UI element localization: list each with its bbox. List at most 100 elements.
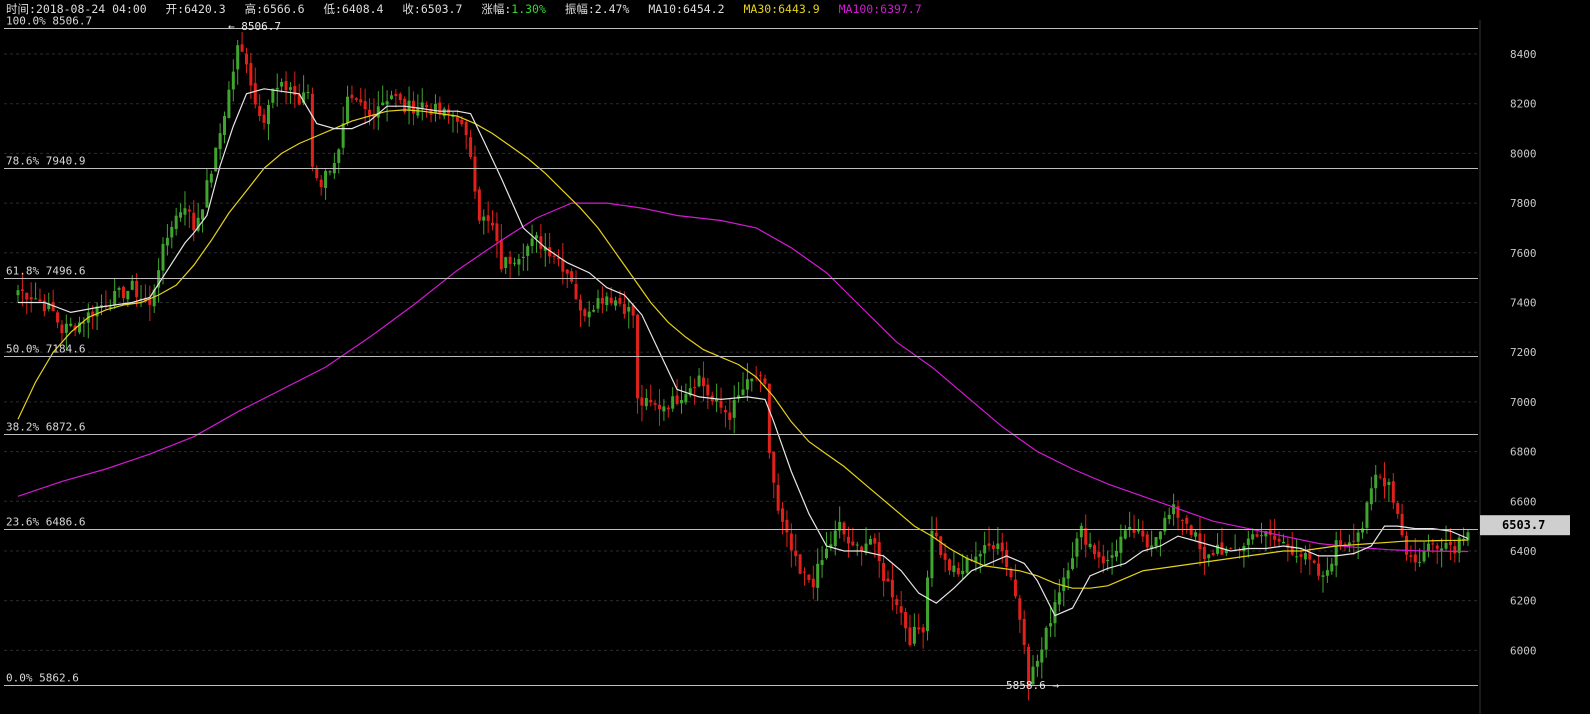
candle-body xyxy=(398,93,402,101)
candle-body xyxy=(1084,528,1088,545)
candle-body xyxy=(253,83,257,105)
candle-body xyxy=(1018,598,1022,620)
candle-body xyxy=(1022,618,1026,645)
candle-body xyxy=(1000,542,1004,552)
candle-body xyxy=(385,101,389,105)
price-axis: 6000 6200 6400 6600 6800 7000 7200 7400 7600 7800… xyxy=(1510,48,1537,657)
candle-body xyxy=(1079,525,1083,538)
candle-body xyxy=(513,262,517,264)
candle-body xyxy=(1075,538,1079,557)
candle-body xyxy=(1400,513,1404,536)
candle-body xyxy=(425,104,429,108)
candle-body xyxy=(359,99,363,103)
candle-body xyxy=(1404,535,1408,555)
candle-body xyxy=(763,378,767,384)
ma30-label: MA30 xyxy=(743,2,772,16)
candle-body xyxy=(192,212,196,231)
candle-body xyxy=(183,208,187,215)
candle-body xyxy=(1356,532,1360,542)
candle-body xyxy=(574,284,578,300)
candle-body xyxy=(218,133,222,150)
time-value: 2018-08-24 04:00 xyxy=(35,2,147,16)
time-label: 时间 xyxy=(6,2,29,16)
price-tick-label: 6000 xyxy=(1510,644,1537,657)
candle-body xyxy=(201,209,205,220)
ma100-value: 6397.7 xyxy=(880,2,922,16)
fib-level-label: 0.0% 5862.6 xyxy=(6,672,79,685)
candle-body xyxy=(728,412,732,420)
price-tick-label: 7600 xyxy=(1510,247,1537,260)
candle-body xyxy=(473,156,477,192)
candle-body xyxy=(948,559,952,571)
candle-body xyxy=(266,105,270,125)
candle-body xyxy=(1066,570,1070,579)
candle-body xyxy=(262,114,266,123)
candle-body xyxy=(1049,623,1053,627)
candle-body xyxy=(1466,532,1470,541)
candle-body xyxy=(526,246,530,256)
candle-body xyxy=(495,223,499,242)
candle-body xyxy=(1453,546,1457,554)
close-item: 收:6503.7 xyxy=(402,2,463,16)
candle-body xyxy=(776,484,780,511)
candle-body xyxy=(653,403,657,405)
amplitude-item: 振幅:2.47% xyxy=(564,2,630,16)
candle-body xyxy=(882,562,886,581)
candle-body xyxy=(1057,592,1061,605)
candle-body xyxy=(614,300,618,306)
candle-body xyxy=(407,100,411,111)
high-marker-label: ← 8506.7 xyxy=(228,20,281,33)
price-tick-label: 7800 xyxy=(1510,197,1537,210)
low-label: 低 xyxy=(323,2,336,16)
candle-body xyxy=(930,530,934,579)
candle-body xyxy=(1383,477,1387,487)
candle-body xyxy=(438,102,442,115)
candle-body xyxy=(658,404,662,410)
candle-body xyxy=(794,550,798,557)
candle-body xyxy=(697,375,701,387)
candle-body xyxy=(772,451,776,483)
close-label: 收 xyxy=(402,2,414,16)
candle-body xyxy=(1202,546,1206,560)
open-label: 开 xyxy=(165,2,178,16)
candle-body xyxy=(1167,514,1171,520)
candle-body xyxy=(565,269,569,274)
candle-body xyxy=(1448,541,1452,545)
candle-body xyxy=(1013,579,1017,597)
candle-body xyxy=(1321,575,1325,577)
candle-body xyxy=(1246,538,1250,545)
candle-body xyxy=(205,180,209,208)
candle-body xyxy=(1369,488,1373,505)
candle-body xyxy=(939,536,943,555)
candlestick-chart[interactable]: 100.0% 8506.778.6% 7940.961.8% 7496.650.… xyxy=(0,0,1590,714)
candle-body xyxy=(1330,563,1334,572)
high-item: 高:6566.6 xyxy=(244,2,305,16)
candle-body xyxy=(1088,543,1092,548)
candle-body xyxy=(161,243,165,271)
candle-body xyxy=(693,387,697,389)
candle-body xyxy=(600,297,604,304)
candle-body xyxy=(666,407,670,410)
candle-body xyxy=(1101,556,1105,564)
candle-body xyxy=(16,290,20,296)
change-item: 涨幅:1.30% xyxy=(481,2,546,16)
candle-body xyxy=(1123,530,1127,539)
candle-body xyxy=(1299,554,1303,557)
candle-body xyxy=(908,627,912,646)
candle-body xyxy=(842,522,846,535)
candle-body xyxy=(363,101,367,110)
candle-body xyxy=(284,81,288,91)
ma100-label: MA100 xyxy=(838,2,874,16)
candle-body xyxy=(499,240,503,270)
candle-body xyxy=(1391,481,1395,503)
candle-body xyxy=(1189,525,1193,535)
candle-body xyxy=(596,298,600,309)
candle-body xyxy=(306,92,310,94)
open-item: 开:6420.3 xyxy=(165,2,226,16)
candle-body xyxy=(807,574,811,581)
candle-body xyxy=(236,45,240,70)
candle-body xyxy=(113,290,117,306)
candle-body xyxy=(1180,519,1184,521)
candle-body xyxy=(209,173,213,183)
candle-body xyxy=(1444,542,1448,549)
